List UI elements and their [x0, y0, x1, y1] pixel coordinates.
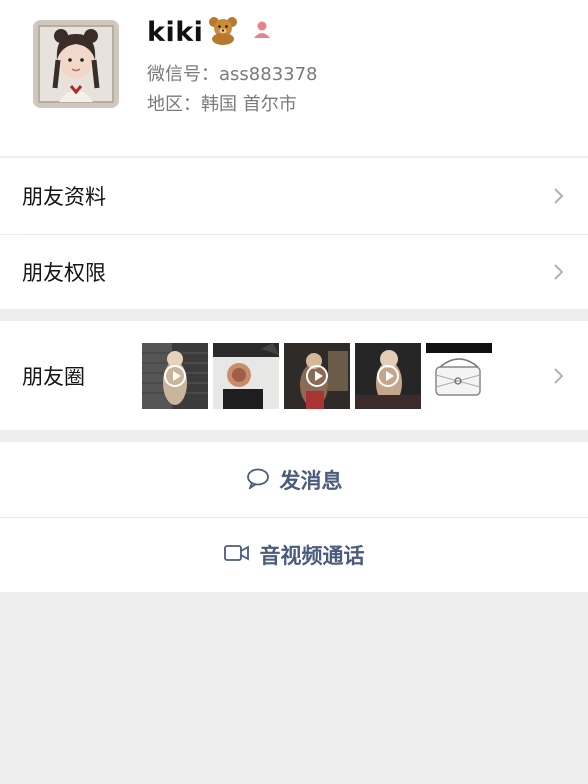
- moments-thumbnails[interactable]: [142, 343, 492, 409]
- play-icon: [164, 365, 186, 387]
- moment-thumb[interactable]: [355, 343, 421, 409]
- row-friend-info-label: 朋友资料: [22, 185, 106, 209]
- row-friend-permissions-label: 朋友权限: [22, 261, 106, 285]
- female-gender-icon: [252, 20, 272, 44]
- name-row: kiki: [147, 14, 272, 50]
- profile-header: kiki 微信号：ass883378 地区：韩国 首尔市: [0, 0, 588, 156]
- row-friend-info[interactable]: 朋友资料: [0, 158, 588, 234]
- send-message-button[interactable]: 发消息: [0, 442, 588, 517]
- chat-bubble-icon: [246, 467, 270, 493]
- row-friend-permissions[interactable]: 朋友权限: [0, 235, 588, 309]
- moment-thumb[interactable]: [142, 343, 208, 409]
- chevron-right-icon: [552, 367, 566, 385]
- region: 地区：韩国 首尔市: [147, 94, 297, 115]
- moment-thumb[interactable]: [213, 343, 279, 409]
- av-call-button[interactable]: 音视频通话: [0, 518, 588, 592]
- av-call-label: 音视频通话: [259, 544, 365, 568]
- row-moments-label: 朋友圈: [22, 364, 85, 389]
- avatar[interactable]: [33, 20, 119, 108]
- video-camera-icon: [223, 544, 250, 566]
- send-message-label: 发消息: [279, 468, 343, 493]
- wechat-id: 微信号：ass883378: [147, 64, 318, 85]
- moment-thumb[interactable]: [426, 343, 492, 409]
- profile-name: kiki: [147, 16, 204, 48]
- chevron-right-icon: [552, 263, 566, 281]
- moment-thumb[interactable]: [284, 343, 350, 409]
- play-icon: [377, 365, 399, 387]
- chevron-right-icon: [552, 187, 566, 205]
- bear-emoji-icon: [206, 15, 240, 49]
- play-icon: [306, 365, 328, 387]
